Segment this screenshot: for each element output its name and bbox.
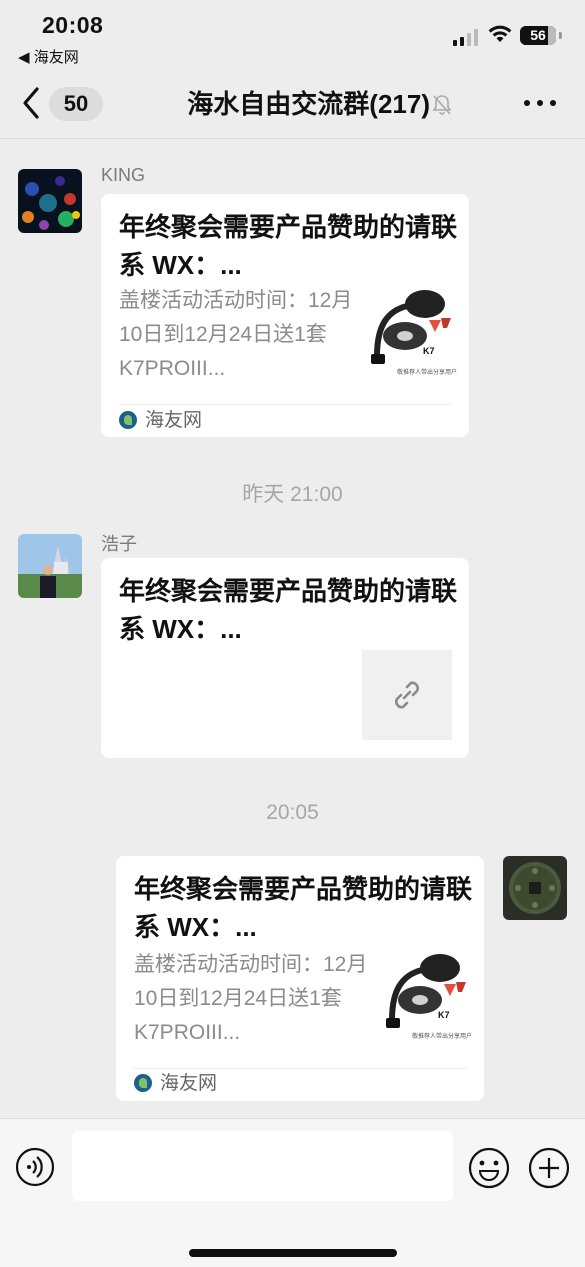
source-name: 海友网: [145, 410, 203, 431]
voice-icon[interactable]: [15, 1147, 55, 1187]
source-name: 海友网: [160, 1073, 218, 1094]
card-description: 盖楼活动活动时间：12月10日到12月24日送1套 K7PROIII...: [119, 289, 353, 380]
card-source: 海友网: [119, 409, 202, 433]
sender-name: KING: [101, 165, 146, 185]
source-logo-icon: [134, 1074, 152, 1092]
card-title: 年终聚会需要产品赞助的请联系 WX：...: [134, 874, 473, 942]
thumb-brand: K7: [423, 346, 435, 356]
input-toolbar: [0, 1118, 585, 1267]
card-divider: [119, 404, 451, 405]
link-thumbnail: [362, 650, 452, 740]
cellular-signal-icon: [453, 28, 479, 46]
more-icon[interactable]: [524, 98, 558, 108]
plus-icon[interactable]: [528, 1147, 570, 1189]
card-title: 年终聚会需要产品赞助的请联系 WX：...: [119, 212, 458, 280]
timestamp: 昨天 21:00: [242, 483, 343, 506]
avatar-king[interactable]: [18, 169, 82, 233]
link-card[interactable]: 年终聚会需要产品赞助的请联系 WX：... 盖楼活动活动时间：12月10日到12…: [116, 856, 484, 1101]
home-indicator: [189, 1249, 397, 1257]
avatar-haozi[interactable]: [18, 534, 82, 598]
back-to-app-link[interactable]: ◀ 海友网: [18, 46, 79, 67]
card-divider: [134, 1068, 466, 1069]
chat-title: 海水自由交流群(217): [187, 89, 430, 119]
card-title: 年终聚会需要产品赞助的请联系 WX：...: [119, 576, 458, 644]
link-icon: [395, 681, 419, 709]
link-card[interactable]: 年终聚会需要产品赞助的请联系 WX：...: [101, 558, 469, 758]
thumb-caption: 敬推荐人带出分享用户: [397, 370, 458, 376]
message-input[interactable]: [72, 1131, 453, 1201]
wifi-icon: [488, 25, 512, 42]
source-logo-icon: [119, 411, 137, 429]
link-card[interactable]: 年终聚会需要产品赞助的请联系 WX：... 盖楼活动活动时间：12月10日到12…: [101, 194, 469, 437]
battery-tip: [559, 32, 562, 39]
thumb-caption: 敬推荐人带出分享用户: [412, 1034, 473, 1040]
bell-slash-icon: [432, 95, 452, 115]
status-time: 20:08: [42, 12, 104, 38]
chat-header: 50 海水自由交流群(217): [0, 70, 585, 139]
sender-name: 浩子: [101, 534, 137, 554]
emoji-icon[interactable]: [468, 1147, 510, 1189]
avatar-self[interactable]: [503, 856, 567, 920]
timestamp: 20:05: [266, 801, 319, 824]
chevron-left-icon[interactable]: [20, 86, 44, 120]
battery-level: 56: [530, 27, 546, 43]
card-source: 海友网: [134, 1072, 217, 1096]
battery-icon: 56: [520, 26, 556, 45]
thumb-brand: K7: [438, 1010, 450, 1020]
card-description: 盖楼活动活动时间：12月10日到12月24日送1套 K7PROIII...: [134, 953, 368, 1044]
unread-count-badge[interactable]: 50: [49, 87, 103, 121]
status-bar: 20:08 ◀ 海友网 56: [0, 0, 585, 70]
